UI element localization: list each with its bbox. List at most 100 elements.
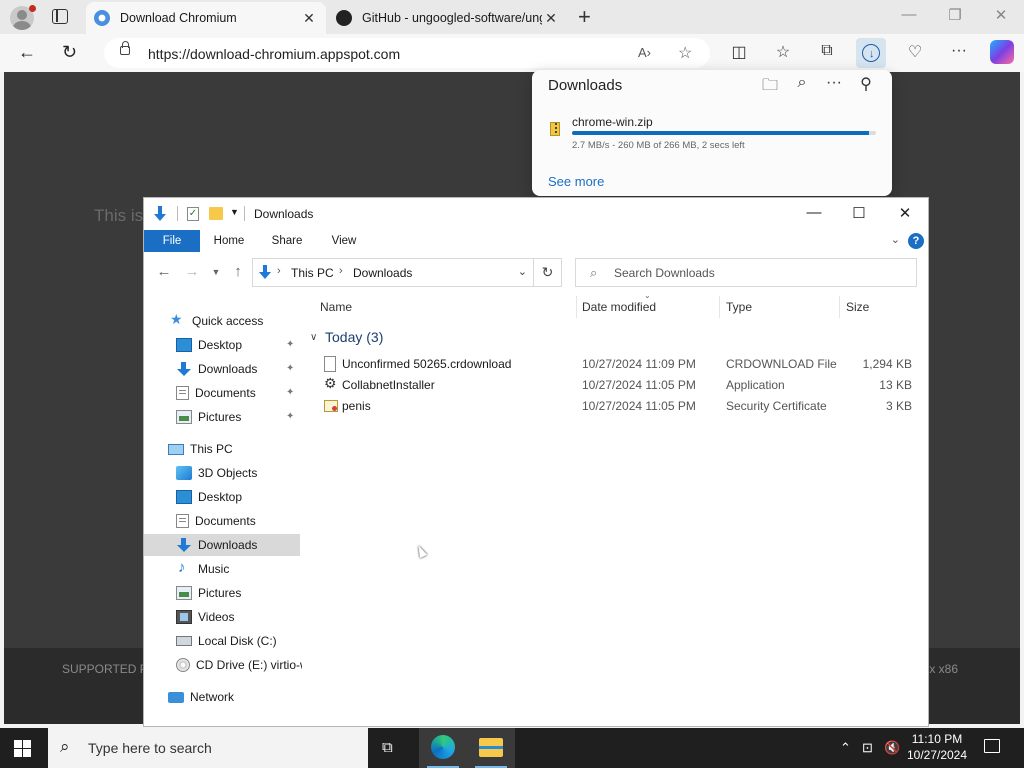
breadcrumb-downloads[interactable]: Downloads [353, 266, 412, 280]
nav-item-desktop[interactable]: Desktop [176, 486, 242, 508]
new-folder-icon[interactable] [209, 207, 223, 220]
application-icon [324, 375, 338, 393]
refresh-icon[interactable]: ↻ [534, 258, 562, 287]
see-more-link[interactable]: See more [548, 174, 604, 189]
downloads-icon[interactable]: ↓ [856, 38, 886, 68]
address-dropdown-icon[interactable]: ⌄ [518, 265, 527, 278]
more-icon[interactable]: ··· [948, 42, 970, 60]
computer-icon [168, 443, 184, 455]
maximize-icon[interactable]: ☐ [844, 204, 874, 222]
breadcrumb-chevron-icon[interactable]: › [277, 265, 281, 277]
taskbar-search-box[interactable]: ⌕ Type here to search [48, 728, 368, 768]
close-tab-icon[interactable]: ✕ [542, 10, 560, 27]
close-window-icon[interactable]: ✕ [986, 6, 1016, 24]
nav-quick-access[interactable]: Quick access [170, 310, 263, 332]
favorites-icon[interactable]: ☆ [772, 42, 794, 62]
windows-start-icon[interactable] [14, 740, 31, 757]
more-options-icon[interactable]: ··· [824, 74, 844, 92]
nav-item-documents[interactable]: Documents [176, 510, 256, 532]
restore-icon[interactable]: ❐ [940, 6, 970, 24]
file-row[interactable]: CollabnetInstaller 10/27/2024 11:05 PM A… [320, 375, 920, 396]
tab-github[interactable]: GitHub - ungoogled-software/ungoogled-ch… [328, 2, 568, 34]
task-view-button[interactable]: ⧉ [368, 728, 416, 768]
notifications-icon[interactable] [984, 739, 1000, 753]
nav-label: Downloads [198, 538, 258, 552]
network-status-icon[interactable]: ⊡ [862, 740, 873, 756]
taskbar-clock[interactable]: 11:10 PM 10/27/2024 [904, 731, 970, 763]
tab-actions-icon[interactable] [52, 9, 68, 24]
show-hidden-icons-icon[interactable]: ⌃ [840, 740, 851, 756]
forward-icon[interactable]: → [182, 263, 202, 280]
nav-network[interactable]: Network [168, 686, 234, 708]
minimize-icon[interactable]: — [799, 204, 829, 221]
nav-item-desktop[interactable]: Desktop [176, 334, 242, 356]
pin-icon: ✦ [286, 363, 295, 374]
divider [177, 206, 178, 221]
volume-muted-icon[interactable]: 🔇 [884, 740, 900, 756]
nav-item-music[interactable]: Music [176, 558, 229, 580]
new-tab-icon[interactable]: + [578, 4, 591, 30]
explorer-navigation-row: ← → ▼ ↑ › This PC › Downloads ⌄ ↻ ⌕ [144, 258, 928, 288]
taskbar-edge-button[interactable] [419, 728, 467, 768]
tab-download-chromium[interactable]: Download Chromium ✕ [86, 2, 326, 34]
file-row[interactable]: Unconfirmed 50265.crdownload 10/27/2024 … [320, 354, 920, 375]
collapse-group-icon[interactable]: ∨ [310, 332, 317, 343]
ribbon-tab-view[interactable]: View [324, 230, 364, 252]
nav-item-cd-drive[interactable]: CD Drive (E:) virtio-w [176, 654, 302, 676]
lock-icon[interactable] [120, 41, 130, 55]
copilot-icon[interactable] [990, 40, 1014, 64]
search-icon: ⌕ [590, 265, 598, 280]
nav-item-documents[interactable]: Documents [176, 382, 256, 404]
back-icon[interactable]: ← [154, 263, 174, 280]
search-icon[interactable]: ⌕ [792, 74, 812, 92]
nav-item-downloads-selected[interactable]: Downloads [144, 534, 300, 556]
collections-icon[interactable]: ⧉ [816, 42, 838, 60]
downloads-folder-icon [154, 206, 166, 222]
search-box[interactable]: ⌕ [575, 258, 917, 287]
file-row[interactable]: penis 10/27/2024 11:05 PM Security Certi… [320, 396, 920, 417]
column-name[interactable]: Name [320, 300, 352, 314]
split-screen-icon[interactable]: ◫ [728, 42, 750, 62]
properties-icon[interactable]: ✓ [187, 207, 199, 221]
ribbon-tab-share[interactable]: Share [266, 230, 308, 252]
open-folder-icon[interactable]: 🗀 [760, 74, 780, 101]
breadcrumb-chevron-icon[interactable]: › [339, 265, 343, 277]
read-aloud-icon[interactable]: A› [638, 45, 651, 60]
nav-item-downloads[interactable]: Downloads [176, 358, 257, 380]
recent-locations-icon[interactable]: ▼ [206, 267, 226, 277]
3d-objects-icon [176, 466, 192, 480]
customize-toolbar-icon[interactable]: ▼ [230, 207, 239, 217]
column-type[interactable]: Type [726, 300, 752, 314]
nav-this-pc[interactable]: This PC [168, 438, 233, 460]
ribbon-tab-file[interactable]: File [144, 230, 200, 252]
ribbon-tab-home[interactable]: Home [206, 230, 252, 252]
refresh-icon[interactable]: ↻ [62, 42, 77, 63]
column-date-modified[interactable]: Date modified [582, 300, 656, 314]
back-icon[interactable]: ← [18, 42, 36, 63]
nav-item-local-disk[interactable]: Local Disk (C:) [176, 630, 277, 652]
taskbar-file-explorer-button[interactable] [467, 728, 515, 768]
browser-essentials-icon[interactable]: ♡ [904, 42, 926, 62]
nav-item-pictures[interactable]: Pictures [176, 582, 241, 604]
close-icon[interactable]: ✕ [890, 204, 920, 222]
minimize-icon[interactable]: — [894, 6, 924, 23]
up-icon[interactable]: ↑ [228, 263, 248, 280]
pin-icon: ✦ [286, 339, 295, 350]
close-tab-icon[interactable]: ✕ [300, 10, 318, 27]
address-bar[interactable]: https://download-chromium.appspot.com A›… [104, 38, 710, 68]
download-file-name[interactable]: chrome-win.zip [572, 115, 653, 129]
explorer-address-bar[interactable]: › This PC › Downloads ⌄ [252, 258, 534, 287]
group-header-today[interactable]: Today (3) [325, 329, 383, 345]
help-icon[interactable]: ? [908, 233, 924, 249]
url-text[interactable]: https://download-chromium.appspot.com [148, 46, 400, 62]
breadcrumb-this-pc[interactable]: This PC [291, 266, 334, 280]
pin-icon[interactable]: ⚲ [856, 74, 876, 94]
nav-item-pictures[interactable]: Pictures [176, 406, 241, 428]
nav-item-3d-objects[interactable]: 3D Objects [176, 462, 257, 484]
favorite-icon[interactable]: ☆ [678, 43, 692, 63]
nav-item-videos[interactable]: Videos [176, 606, 234, 628]
expand-ribbon-icon[interactable]: ⌄ [891, 233, 900, 246]
search-input[interactable] [614, 264, 904, 282]
column-size[interactable]: Size [846, 300, 869, 314]
nav-label: Pictures [198, 410, 242, 424]
